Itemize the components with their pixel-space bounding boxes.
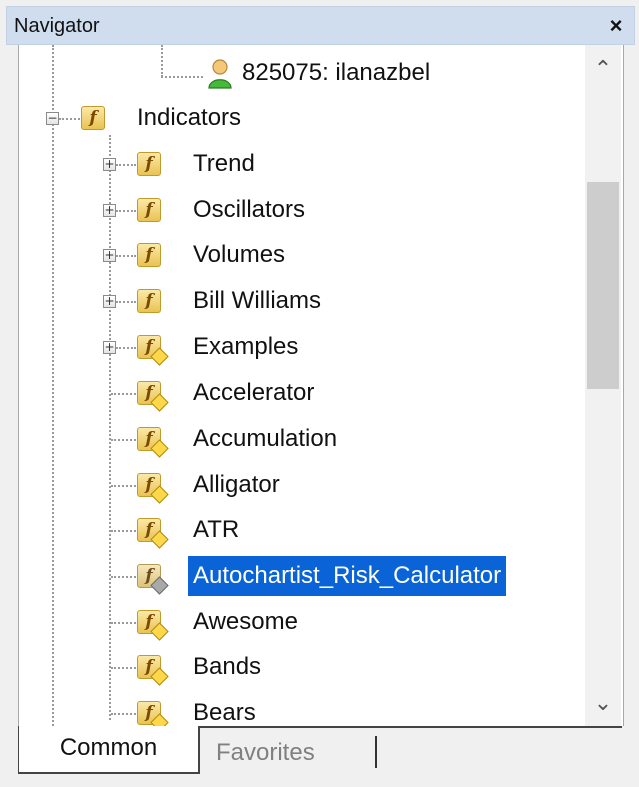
tree-item-folder[interactable]: + f Examples [19,327,585,367]
tree-item-folder[interactable]: + f Volumes [19,235,585,275]
tree-item-indicator-selected[interactable]: f Autochartist_Risk_Calculator [19,556,585,596]
account-label: 825075: ilanazbel [242,59,431,86]
scroll-thumb[interactable] [587,182,619,389]
tree-connector [116,210,136,212]
custom-indicator-icon: f [137,381,169,412]
user-account-icon [208,59,232,89]
function-folder-icon: f [137,243,161,267]
function-folder-icon: f [137,198,161,222]
tree-item-folder[interactable]: + f Oscillators [19,190,585,230]
indicator-label: Accumulation [193,425,338,452]
folder-label: Volumes [193,241,286,268]
tree-item-folder[interactable]: + f Trend [19,144,585,184]
tab-favorites[interactable]: Favorites [216,734,376,772]
custom-indicator-icon: f [137,655,169,686]
indicator-label: Alligator [193,471,280,498]
tree-connector [111,622,136,624]
collapse-toggle[interactable]: − [46,112,59,125]
tree-item-indicator[interactable]: f Accumulation [19,419,585,459]
tree-connector [111,576,136,578]
tree-connector [111,667,136,669]
tree-item-indicator[interactable]: f Bears [19,693,585,726]
tree-connector [111,485,136,487]
scroll-down-icon[interactable]: ⌄ [585,685,621,721]
custom-indicator-icon: f [137,518,169,549]
tree-item-indicator[interactable]: f Awesome [19,602,585,642]
tree-connector [111,530,136,532]
tree-item-indicator[interactable]: f Accelerator [19,373,585,413]
vertical-scrollbar[interactable]: ⌃ ⌄ [585,45,621,726]
function-folder-icon: f [137,289,161,313]
scroll-up-icon[interactable]: ⌃ [585,51,621,87]
tree-connector [111,713,136,715]
custom-indicator-icon: f [137,564,169,595]
tree-connector [116,164,136,166]
function-folder-icon: f [137,152,161,176]
expand-toggle[interactable]: + [103,204,116,217]
tree-connector [116,255,136,257]
tab-bar: Common Favorites [18,726,622,778]
function-folder-icon: f [81,106,105,130]
window-title: Navigator [14,15,100,37]
indicator-label: Autochartist_Risk_Calculator [188,556,507,596]
navigator-tree[interactable]: 825075: ilanazbel − f Indicators + f Tre… [18,45,624,726]
indicator-label: Awesome [193,608,298,635]
tree-connector [116,301,136,303]
indicator-label: ATR [193,516,240,543]
folder-label: Oscillators [193,196,306,223]
folder-label: Examples [193,333,299,360]
tree-connector [111,393,136,395]
custom-indicator-icon: f [137,335,169,366]
custom-indicator-icon: f [137,701,169,726]
tree-item-folder[interactable]: + f Bill Williams [19,281,585,321]
expand-toggle[interactable]: + [103,341,116,354]
expand-toggle[interactable]: + [103,295,116,308]
expand-toggle[interactable]: + [103,249,116,262]
title-bar: Navigator × [6,6,635,45]
custom-indicator-icon: f [137,473,169,504]
tree-connector [59,118,80,120]
indicators-label: Indicators [137,104,242,131]
tree-connector [116,347,136,349]
tree-connector [111,439,136,441]
tree-item-account[interactable]: 825075: ilanazbel [19,53,585,93]
expand-toggle[interactable]: + [103,158,116,171]
tree-item-indicators[interactable]: − f Indicators [19,98,585,138]
indicator-label: Accelerator [193,379,315,406]
indicator-label: Bears [193,699,256,726]
indicator-label: Bands [193,653,262,680]
custom-indicator-icon: f [137,427,169,458]
tab-separator [375,736,377,768]
tree-item-indicator[interactable]: f Alligator [19,465,585,505]
tab-common[interactable]: Common [18,726,200,774]
tree-item-indicator[interactable]: f Bands [19,647,585,687]
folder-label: Trend [193,150,255,177]
custom-indicator-icon: f [137,610,169,641]
tree-item-indicator[interactable]: f ATR [19,510,585,550]
navigator-window: Navigator × 825075: ilanazbel − f Indica… [0,0,639,787]
folder-label: Bill Williams [193,287,321,314]
close-button[interactable]: × [603,12,629,40]
